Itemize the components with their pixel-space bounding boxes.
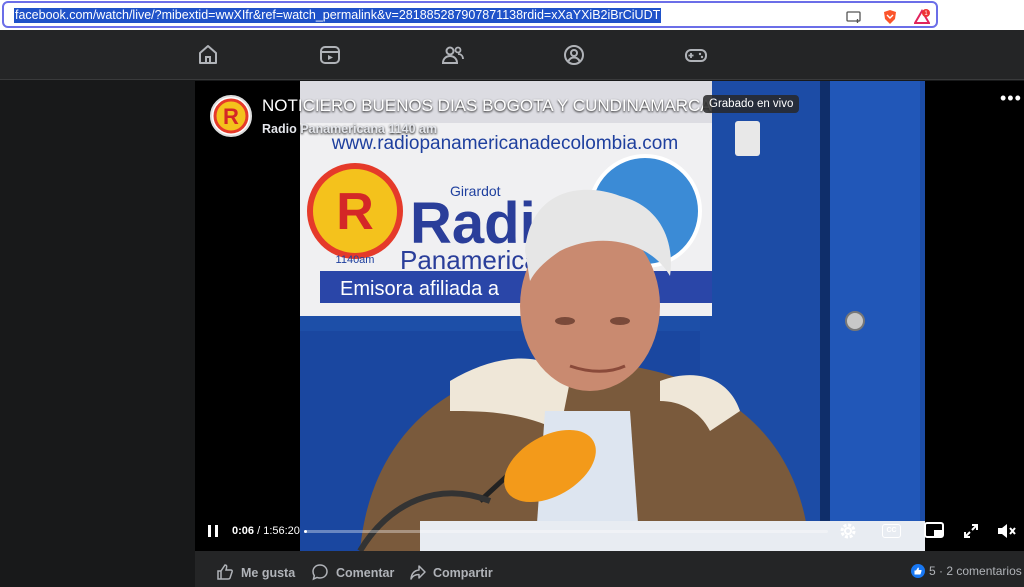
mute-icon[interactable] — [996, 522, 1016, 540]
svg-text:R: R — [336, 183, 374, 241]
poster-footer: Emisora afiliada a — [340, 278, 500, 300]
facebook-top-nav — [0, 30, 1024, 80]
comments-count[interactable]: 2 comentarios — [946, 564, 1021, 578]
comment-icon[interactable] — [311, 563, 329, 581]
captions-button[interactable]: CC — [882, 524, 901, 538]
settings-gear-icon[interactable] — [838, 521, 858, 541]
like-button[interactable]: Me gusta — [241, 566, 295, 580]
channel-avatar[interactable]: R — [210, 95, 252, 137]
stats-dot: · — [939, 564, 944, 578]
share-button[interactable]: Compartir — [433, 566, 493, 580]
svg-text:R: R — [223, 104, 239, 129]
profile-icon[interactable] — [562, 43, 586, 67]
progress-bar[interactable] — [304, 530, 828, 533]
poster-url: www.radiopanamericanadecolombia.com — [331, 133, 678, 154]
video-player[interactable]: www.radiopanamericanadecolombia.com R 11… — [195, 81, 925, 551]
time-separator: / — [254, 525, 264, 537]
browser-toolbar: facebook.com/watch/live/?mibextid=wwXIfr… — [0, 0, 1024, 30]
recorded-live-badge: Grabado en vivo — [703, 95, 800, 113]
current-time: 0:06 — [232, 525, 255, 537]
video-title[interactable]: NOTICIERO BUENOS DIAS BOGOTA Y CUNDINAMA… — [262, 96, 712, 116]
poster-frequency: 1140am — [336, 254, 375, 266]
address-bar[interactable]: facebook.com/watch/live/?mibextid=wwXIfr… — [2, 1, 938, 28]
progress-fill — [304, 530, 307, 533]
picture-in-picture-icon[interactable] — [924, 522, 944, 540]
url-text[interactable]: facebook.com/watch/live/?mibextid=wwXIfr… — [14, 8, 662, 23]
comment-button[interactable]: Comentar — [336, 566, 394, 580]
toolbar-strip — [940, 0, 1024, 30]
reactions-count[interactable]: 5 — [929, 564, 936, 578]
fullscreen-icon[interactable] — [963, 523, 979, 539]
more-options-icon[interactable]: ••• — [1000, 88, 1022, 109]
duration: 1:56:20 — [263, 525, 300, 537]
like-reaction-icon — [911, 564, 925, 578]
time-display: 0:06 / 1:56:20 — [232, 525, 300, 537]
brave-rewards-icon[interactable]: 1 — [914, 9, 930, 25]
friends-icon[interactable] — [441, 43, 465, 67]
pause-icon[interactable] — [206, 524, 220, 538]
install-app-icon[interactable] — [846, 9, 862, 25]
like-thumb-icon[interactable] — [216, 563, 234, 581]
gaming-icon[interactable] — [684, 43, 708, 67]
post-stats: 5 · 2 comentarios — [911, 564, 1022, 578]
channel-name[interactable]: Radio Panamericana 1140 am — [262, 122, 437, 136]
side-panel — [925, 81, 1024, 551]
home-icon[interactable] — [196, 43, 220, 67]
share-icon[interactable] — [409, 563, 427, 581]
video-frame: www.radiopanamericanadecolombia.com R 11… — [300, 81, 925, 551]
channel-logo-icon: R — [213, 98, 249, 134]
video-icon[interactable] — [318, 43, 342, 67]
brave-shield-icon[interactable] — [882, 9, 898, 25]
